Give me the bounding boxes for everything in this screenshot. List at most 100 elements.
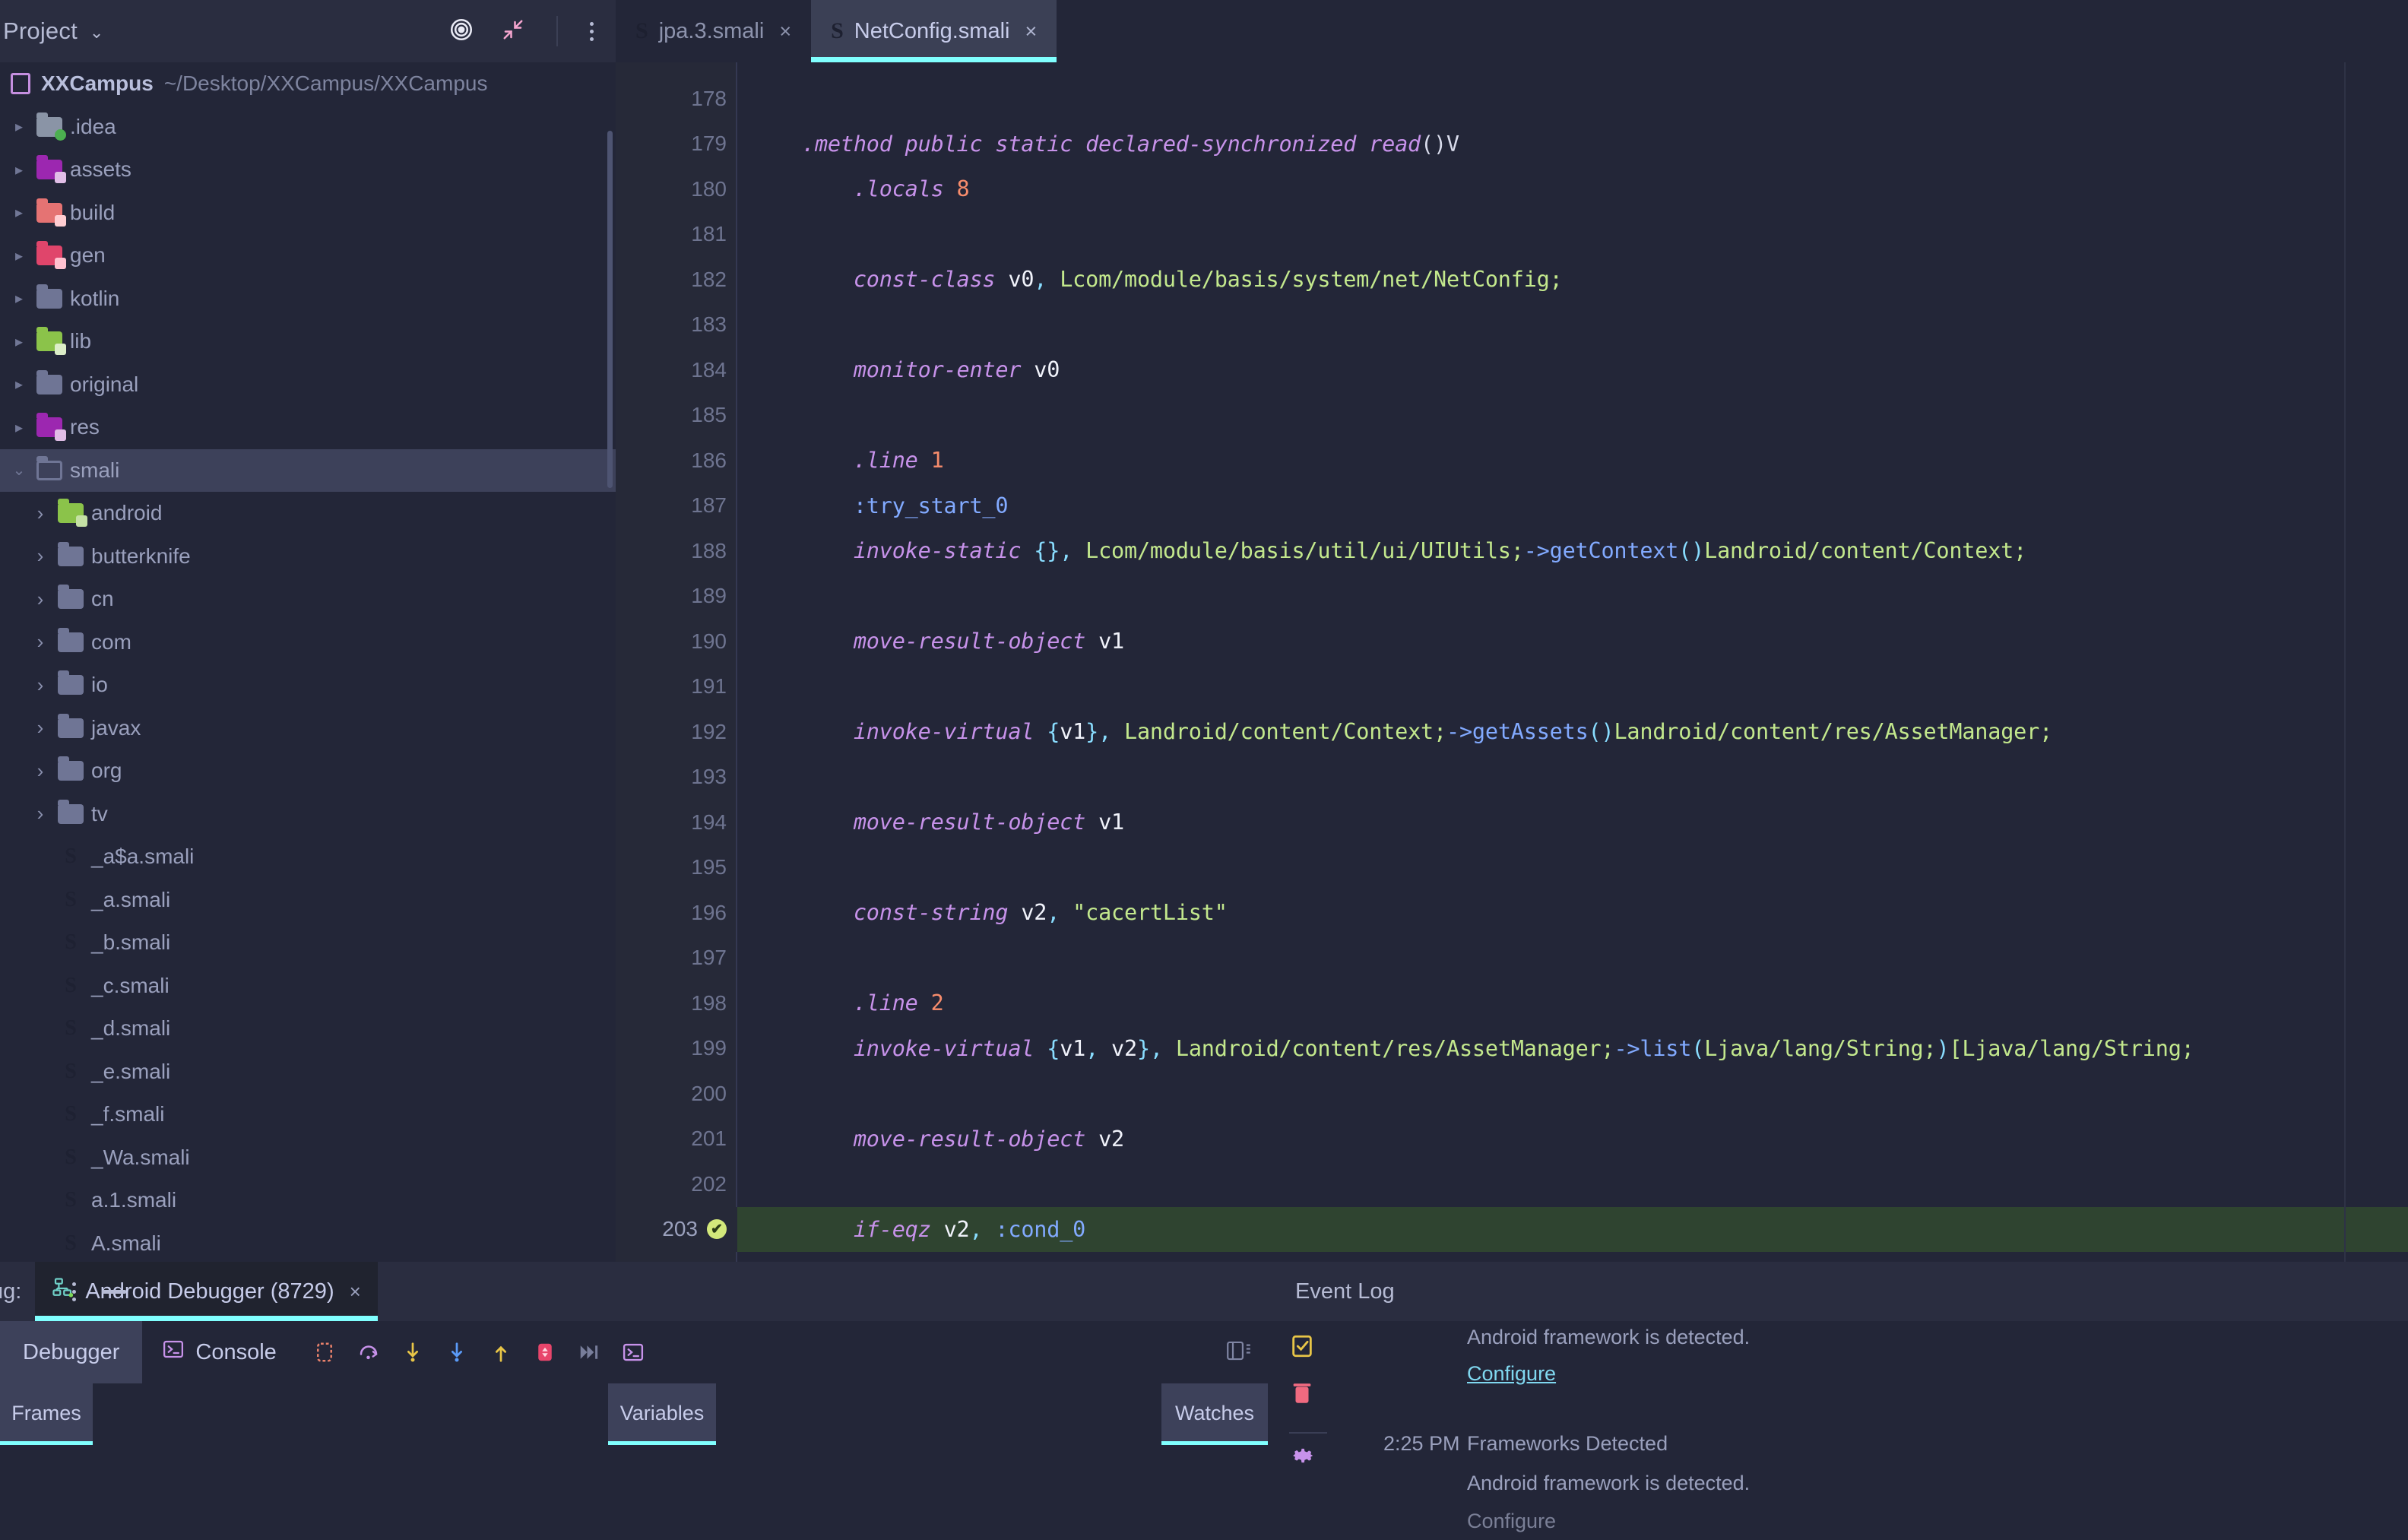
code-line[interactable]: 194 move-result-object v1 xyxy=(616,800,2408,845)
line-gutter[interactable]: 180 xyxy=(616,166,737,212)
close-icon[interactable]: × xyxy=(1025,20,1037,43)
chevron-right-icon[interactable]: ▸ xyxy=(6,203,32,222)
line-gutter[interactable]: 200 xyxy=(616,1071,737,1117)
editor-tab-jpa3[interactable]: S jpa.3.smali × xyxy=(616,0,811,62)
tree-row-res[interactable]: ▸ res xyxy=(0,406,616,449)
line-gutter[interactable]: 198 xyxy=(616,981,737,1026)
line-gutter[interactable]: 179 xyxy=(616,122,737,167)
chevron-right-icon[interactable]: › xyxy=(27,588,53,611)
chevron-right-icon[interactable]: ▸ xyxy=(6,375,32,394)
evaluate-expression-icon[interactable] xyxy=(622,1341,645,1364)
line-gutter[interactable]: 192 xyxy=(616,709,737,755)
clear-all-icon[interactable] xyxy=(1289,1380,1315,1410)
line-gutter[interactable]: 182 xyxy=(616,257,737,303)
tree-row-root[interactable]: XXCampus ~/Desktop/XXCampus/XXCampus xyxy=(0,62,616,106)
line-gutter[interactable]: 203 ✔ xyxy=(616,1206,737,1252)
event-log-configure-link[interactable]: Configure xyxy=(1467,1510,1556,1533)
run-to-cursor-icon[interactable] xyxy=(578,1341,600,1364)
code-line[interactable]: 195 xyxy=(616,845,2408,891)
tree-row--idea[interactable]: ▸ .idea xyxy=(0,106,616,149)
chevron-down-icon[interactable]: ⌄ xyxy=(6,461,32,480)
chevron-right-icon[interactable]: › xyxy=(27,802,53,825)
chevron-right-icon[interactable]: › xyxy=(27,716,53,740)
tab-watches[interactable]: Watches xyxy=(1161,1383,1268,1443)
chevron-down-icon[interactable]: ⌄ xyxy=(90,23,103,43)
line-gutter[interactable]: 184 xyxy=(616,347,737,393)
mute-breakpoints-icon[interactable] xyxy=(313,1341,336,1364)
line-gutter[interactable]: 190 xyxy=(616,619,737,664)
chevron-right-icon[interactable]: › xyxy=(27,502,53,525)
line-gutter[interactable]: 201 xyxy=(616,1117,737,1162)
code-line[interactable]: 185 xyxy=(616,393,2408,439)
tab-frames[interactable]: Frames xyxy=(0,1383,93,1443)
tree-row-cn[interactable]: › cn xyxy=(0,578,616,621)
event-log-configure-link[interactable]: Configure xyxy=(1467,1362,1556,1386)
chevron-right-icon[interactable]: › xyxy=(27,759,53,783)
tree-row-javax[interactable]: › javax xyxy=(0,707,616,750)
line-gutter[interactable]: 195 xyxy=(616,845,737,891)
line-gutter[interactable]: 189 xyxy=(616,574,737,619)
chevron-right-icon[interactable]: ▸ xyxy=(6,289,32,308)
code-line[interactable]: 186 .line 1 xyxy=(616,438,2408,483)
code-line[interactable]: 183 xyxy=(616,303,2408,348)
code-line[interactable]: 188 invoke-static {}, Lcom/module/basis/… xyxy=(616,528,2408,574)
line-gutter[interactable]: 196 xyxy=(616,890,737,936)
line-gutter[interactable]: 186 xyxy=(616,438,737,483)
code-line[interactable]: 184 monitor-enter v0 xyxy=(616,347,2408,393)
project-tree-panel[interactable]: XXCampus ~/Desktop/XXCampus/XXCampus ▸ .i… xyxy=(0,62,616,1262)
collapse-all-icon[interactable] xyxy=(502,18,524,45)
line-gutter[interactable]: 187 xyxy=(616,483,737,529)
code-line[interactable]: 201 move-result-object v2 xyxy=(616,1117,2408,1162)
force-step-over-icon[interactable] xyxy=(357,1341,380,1364)
editor-tab-netconfig[interactable]: S NetConfig.smali × xyxy=(811,0,1057,62)
code-line[interactable]: 182 const-class v0, Lcom/module/basis/sy… xyxy=(616,257,2408,303)
line-gutter[interactable]: 185 xyxy=(616,393,737,439)
code-line[interactable]: 180 .locals 8 xyxy=(616,166,2408,212)
tree-row--e-smali[interactable]: S _e.smali xyxy=(0,1050,616,1094)
tree-row--wa-smali[interactable]: S _Wa.smali xyxy=(0,1136,616,1180)
code-line[interactable]: 196 const-string v2, "cacertList" xyxy=(616,890,2408,936)
code-line[interactable]: 197 xyxy=(616,936,2408,981)
chevron-right-icon[interactable]: ▸ xyxy=(6,246,32,265)
line-gutter[interactable]: 188 xyxy=(616,528,737,574)
tree-row--f-smali[interactable]: S _f.smali xyxy=(0,1093,616,1136)
tree-row-com[interactable]: › com xyxy=(0,621,616,664)
code-editor[interactable]: 178 179 .method public static declared-syn… xyxy=(616,62,2408,1262)
tree-row-tv[interactable]: › tv xyxy=(0,793,616,836)
tree-row-gen[interactable]: ▸ gen xyxy=(0,234,616,277)
tab-variables[interactable]: Variables xyxy=(608,1383,716,1443)
code-line[interactable]: 187 :try_start_0 xyxy=(616,483,2408,529)
project-tool-window-label[interactable]: Project xyxy=(0,17,78,45)
close-icon[interactable]: × xyxy=(779,20,791,43)
line-gutter[interactable]: 191 xyxy=(616,664,737,710)
tree-row-a-smali[interactable]: S A.smali xyxy=(0,1222,616,1263)
more-options-icon[interactable] xyxy=(590,21,594,41)
tree-row-assets[interactable]: ▸ assets xyxy=(0,148,616,192)
tree-row-original[interactable]: ▸ original xyxy=(0,363,616,407)
code-line[interactable]: 191 xyxy=(616,664,2408,710)
chevron-right-icon[interactable]: ▸ xyxy=(6,117,32,136)
tree-row-org[interactable]: › org xyxy=(0,749,616,793)
chevron-right-icon[interactable]: ▸ xyxy=(6,160,32,179)
code-line[interactable]: 199 invoke-virtual {v1, v2}, Landroid/co… xyxy=(616,1026,2408,1072)
tree-row--d-smali[interactable]: S _d.smali xyxy=(0,1007,616,1050)
sidebar-scrollbar[interactable] xyxy=(607,131,613,488)
chevron-right-icon[interactable]: ▸ xyxy=(6,418,32,437)
code-line[interactable]: 200 xyxy=(616,1071,2408,1117)
layout-settings-icon[interactable] xyxy=(1227,1340,1251,1365)
line-gutter[interactable]: 183 xyxy=(616,303,737,348)
tree-row-a-1-smali[interactable]: Sa.1.smali xyxy=(0,1179,616,1222)
minimize-icon[interactable] xyxy=(102,1289,126,1294)
step-over-icon[interactable] xyxy=(401,1341,424,1364)
line-gutter[interactable]: 193 xyxy=(616,755,737,800)
code-line[interactable]: 181 xyxy=(616,212,2408,258)
line-gutter[interactable]: 202 xyxy=(616,1161,737,1207)
code-line[interactable]: 202 xyxy=(616,1161,2408,1207)
tree-row--c-smali[interactable]: S _c.smali xyxy=(0,965,616,1008)
line-gutter[interactable]: 178 xyxy=(616,76,737,122)
tree-row-smali[interactable]: ⌄ smali xyxy=(0,448,616,492)
tree-row-kotlin[interactable]: ▸ kotlin xyxy=(0,277,616,321)
line-gutter[interactable]: 181 xyxy=(616,212,737,258)
chevron-right-icon[interactable]: › xyxy=(27,673,53,697)
chevron-right-icon[interactable]: › xyxy=(27,630,53,654)
